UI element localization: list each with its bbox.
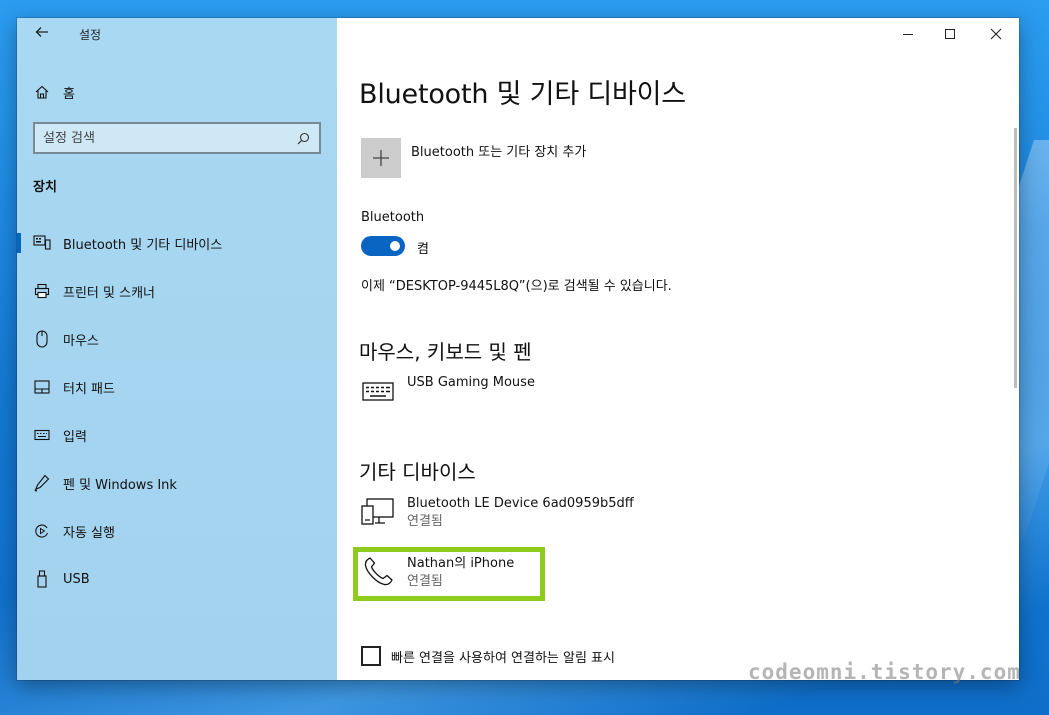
sidebar-item-label: 자동 실행 (63, 525, 115, 541)
sidebar-item-label: 펜 및 Windows Ink (63, 477, 177, 493)
swift-pair-label: 빠른 연결을 사용하여 연결하는 알림 표시 (391, 650, 615, 666)
device-name: Bluetooth LE Device 6ad0959b5dff (407, 496, 634, 511)
keyboard-device-icon (361, 374, 395, 408)
printer-icon (33, 282, 51, 300)
plus-icon (361, 138, 401, 178)
sidebar-nav: Bluetooth 및 기타 디바이스 프린터 및 스캐너 마우스 터치 패드 (17, 219, 337, 603)
touchpad-icon (33, 378, 51, 396)
device-iphone[interactable]: Nathan의 iPhone 연결됨 (361, 555, 514, 591)
home-label: 홈 (63, 86, 75, 102)
toggle-state-label: 켬 (417, 242, 429, 257)
minimize-button[interactable] (885, 18, 931, 50)
watermark: codeomni.tistory.com (748, 660, 1021, 684)
generic-device-icon (361, 495, 395, 529)
sidebar-item-label: Bluetooth 및 기타 디바이스 (63, 237, 223, 253)
search-input[interactable] (43, 130, 295, 146)
swift-pair-checkbox-row[interactable]: 빠른 연결을 사용하여 연결하는 알림 표시 (361, 646, 615, 666)
maximize-button[interactable] (927, 18, 973, 50)
device-status: 연결됨 (407, 574, 443, 589)
minimize-icon (903, 33, 913, 35)
sidebar-item-label: USB (63, 571, 90, 587)
bluetooth-label: Bluetooth (361, 210, 425, 225)
close-button[interactable] (973, 18, 1019, 50)
device-status: 연결됨 (407, 514, 443, 529)
sidebar-item-usb[interactable]: USB (17, 555, 337, 603)
sidebar-item-mouse[interactable]: 마우스 (17, 315, 337, 363)
sidebar-item-label: 입력 (63, 429, 87, 445)
device-bluetooth-le[interactable]: Bluetooth LE Device 6ad0959b5dff 연결됨 (361, 495, 634, 531)
device-name: Nathan의 iPhone (407, 556, 515, 571)
device-usb-gaming-mouse[interactable]: USB Gaming Mouse (361, 374, 535, 408)
phone-icon (361, 555, 395, 589)
device-name: USB Gaming Mouse (407, 375, 535, 390)
usb-icon (33, 570, 51, 588)
sidebar-item-bluetooth[interactable]: Bluetooth 및 기타 디바이스 (17, 219, 337, 267)
mouse-icon (33, 330, 51, 348)
sidebar-item-typing[interactable]: 입력 (17, 411, 337, 459)
page-title: Bluetooth 및 기타 디바이스 (359, 79, 686, 110)
pen-icon (33, 474, 51, 492)
sidebar-item-pen[interactable]: 펜 및 Windows Ink (17, 459, 337, 507)
sidebar-item-label: 터치 패드 (63, 381, 115, 397)
close-icon (990, 25, 1002, 44)
keyboard-icon (33, 426, 51, 444)
app-title: 설정 (79, 28, 102, 42)
add-device-label: Bluetooth 또는 기타 장치 추가 (411, 145, 587, 160)
home-icon (33, 83, 51, 101)
sidebar-item-label: 프린터 및 스캐너 (63, 285, 155, 301)
bluetooth-devices-icon (33, 234, 51, 252)
discoverable-text: 이제 “DESKTOP-9445L8Q”(으)로 검색될 수 있습니다. (361, 279, 672, 294)
toggle-knob (390, 241, 400, 251)
sidebar-item-home[interactable]: 홈 (33, 80, 75, 104)
search-box[interactable] (33, 122, 321, 154)
swift-pair-checkbox[interactable] (361, 646, 381, 666)
section-other-devices: 기타 디바이스 (359, 460, 476, 484)
back-arrow-icon[interactable] (31, 23, 53, 45)
add-device-button[interactable]: Bluetooth 또는 기타 장치 추가 (361, 138, 586, 178)
main-content: Bluetooth 및 기타 디바이스 Bluetooth 또는 기타 장치 추… (337, 18, 1019, 680)
section-mouse-keyboard-pen: 마우스, 키보드 및 펜 (359, 340, 532, 364)
sidebar-section-title: 장치 (33, 180, 57, 195)
sidebar-item-autoplay[interactable]: 자동 실행 (17, 507, 337, 555)
sidebar: 설정 홈 장치 Bluetooth 및 기타 디바이스 (17, 18, 337, 680)
scrollbar[interactable] (1014, 128, 1017, 388)
autoplay-icon (33, 522, 51, 540)
sidebar-item-touchpad[interactable]: 터치 패드 (17, 363, 337, 411)
sidebar-item-printers[interactable]: 프린터 및 스캐너 (17, 267, 337, 315)
maximize-icon (945, 29, 955, 39)
search-icon[interactable] (295, 130, 311, 146)
bluetooth-toggle[interactable] (361, 236, 405, 256)
sidebar-item-label: 마우스 (63, 333, 99, 349)
settings-window: 설정 홈 장치 Bluetooth 및 기타 디바이스 (17, 18, 1019, 680)
